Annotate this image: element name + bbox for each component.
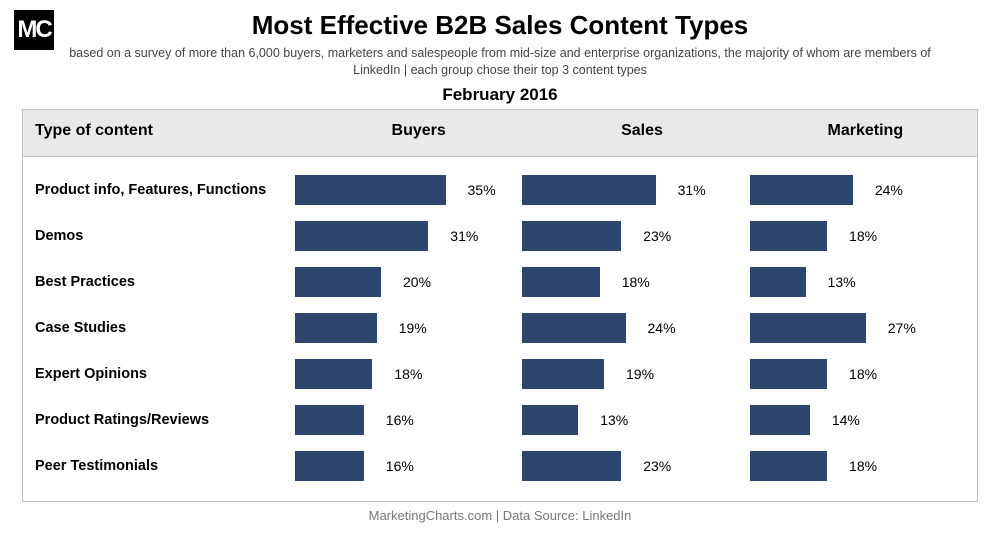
bar-value: 18% [849,366,877,382]
bar-value: 24% [875,182,903,198]
bar-value: 18% [849,458,877,474]
bar-cell: 18% [295,359,522,389]
bar [522,451,621,481]
bar-value: 16% [386,412,414,428]
bar-value: 23% [643,458,671,474]
bar [522,405,578,435]
bar-value: 18% [394,366,422,382]
bar [295,359,372,389]
bar-value: 18% [849,228,877,244]
bar [750,313,866,343]
bar [522,267,599,297]
bar-cell: 24% [522,313,749,343]
bar [750,359,827,389]
bar-cell: 18% [750,359,977,389]
table-body: Product info, Features, Functions 35% 31% 2… [23,157,977,501]
row-label: Best Practices [23,274,295,290]
bar-value: 31% [678,182,706,198]
row-label: Product Ratings/Reviews [23,412,295,428]
chart-footer: MarketingCharts.com | Data Source: Linke… [0,508,1000,523]
bar-cell: 16% [295,405,522,435]
bar [522,221,621,251]
chart-subtitle: based on a survey of more than 6,000 buy… [60,45,940,79]
chart-title: Most Effective B2B Sales Content Types [0,10,1000,41]
row-label: Product info, Features, Functions [23,182,295,198]
bar-cell: 23% [522,221,749,251]
bar [750,451,827,481]
bar [750,221,827,251]
bar-cell: 13% [750,267,977,297]
title-block: Most Effective B2B Sales Content Types b… [0,0,1000,105]
mc-logo: MC [14,10,54,50]
bar [295,175,446,205]
bar-cell: 23% [522,451,749,481]
table-header: Type of content Buyers Sales Marketing [23,110,977,157]
bar-value: 19% [626,366,654,382]
bar-value: 35% [468,182,496,198]
bar-cell: 24% [750,175,977,205]
bar-cell: 19% [295,313,522,343]
bar-cell: 18% [750,451,977,481]
table-row: Demos 31% 23% 18% [23,213,977,259]
bar-cell: 31% [522,175,749,205]
bar [522,175,655,205]
header-marketing: Marketing [754,110,977,156]
bar-value: 20% [403,274,431,290]
row-label: Demos [23,228,295,244]
bar-value: 24% [648,320,676,336]
bar-value: 19% [399,320,427,336]
chart-date: February 2016 [0,85,1000,105]
bar [750,405,810,435]
header-sales: Sales [530,110,753,156]
bar-cell: 31% [295,221,522,251]
row-label: Peer Testimonials [23,458,295,474]
bar-value: 23% [643,228,671,244]
bar-cell: 35% [295,175,522,205]
bar [295,313,377,343]
header-buyers: Buyers [307,110,530,156]
bar-cell: 18% [750,221,977,251]
header-type-of-content: Type of content [23,110,307,156]
bar-cell: 16% [295,451,522,481]
bar-value: 27% [888,320,916,336]
bar-cell: 20% [295,267,522,297]
bar-value: 13% [600,412,628,428]
bar [750,175,853,205]
bar-value: 31% [450,228,478,244]
bar [295,267,381,297]
row-label: Expert Opinions [23,366,295,382]
bar-cell: 27% [750,313,977,343]
table-row: Product info, Features, Functions 35% 31% 2… [23,167,977,213]
bar [295,451,364,481]
table-row: Product Ratings/Reviews 16% 13% 14% [23,397,977,443]
chart-table: Type of content Buyers Sales Marketing P… [22,109,978,502]
table-row: Best Practices 20% 18% 13% [23,259,977,305]
bar-value: 18% [622,274,650,290]
table-row: Expert Opinions 18% 19% 18% [23,351,977,397]
bar-cell: 19% [522,359,749,389]
bar [295,405,364,435]
bar-value: 13% [828,274,856,290]
bar-value: 16% [386,458,414,474]
table-row: Case Studies 19% 24% 27% [23,305,977,351]
bar [750,267,806,297]
bar [295,221,428,251]
bar-cell: 14% [750,405,977,435]
bar-value: 14% [832,412,860,428]
bar [522,359,604,389]
bar-cell: 18% [522,267,749,297]
table-row: Peer Testimonials 16% 23% 18% [23,443,977,489]
row-label: Case Studies [23,320,295,336]
bar [522,313,625,343]
bar-cell: 13% [522,405,749,435]
